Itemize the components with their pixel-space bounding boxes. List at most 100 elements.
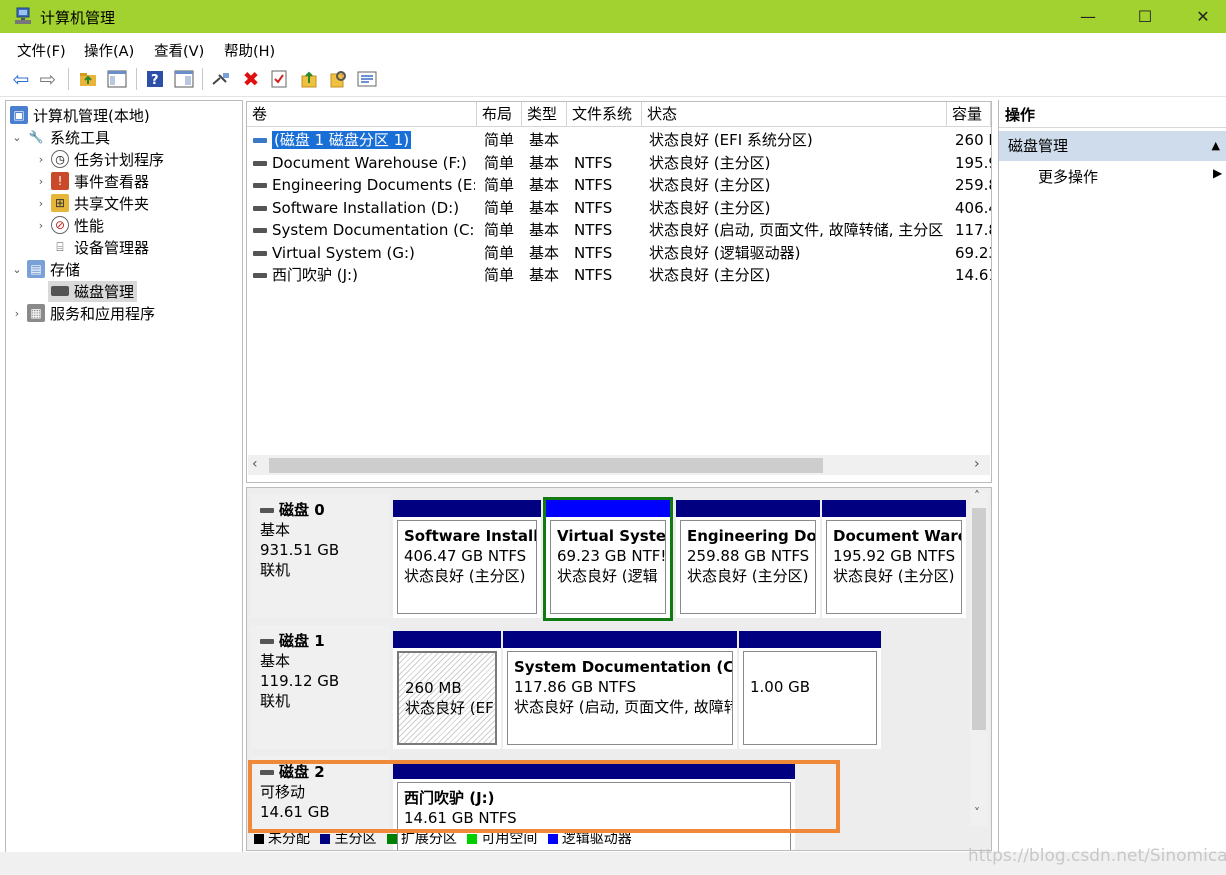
volume-status-cell: 状态良好 (逻辑驱动器): [649, 243, 801, 262]
chevron-right-icon[interactable]: ›: [10, 307, 24, 320]
back-icon[interactable]: ⇦: [10, 67, 32, 91]
horizontal-scrollbar-thumb[interactable]: [269, 458, 823, 473]
scroll-down-icon[interactable]: ˅: [974, 806, 980, 820]
maximize-button[interactable]: ☐: [1117, 0, 1173, 33]
drive-icon: [253, 160, 267, 166]
tree-item-shared-folders[interactable]: › ⊞ 共享文件夹: [10, 192, 164, 214]
forward-icon[interactable]: ⇨: [37, 67, 59, 91]
column-header-filesystem[interactable]: 文件系统: [567, 102, 642, 127]
tree-item-task-scheduler[interactable]: › ◷ 任务计划程序: [10, 148, 164, 170]
storage-icon: ▤: [27, 260, 45, 278]
table-row[interactable]: (磁盘 1 磁盘分区 1) 简单基本 状态良好 (EFI 系统分区) 260 M: [247, 129, 991, 151]
actions-pane: [998, 100, 1226, 852]
search-icon[interactable]: [327, 68, 349, 90]
chevron-down-icon[interactable]: ⌄: [10, 263, 24, 276]
drive-icon: [253, 183, 267, 188]
menu-help[interactable]: 帮助(H): [224, 40, 275, 61]
tree-item-performance[interactable]: › ⊘ 性能: [10, 214, 164, 236]
maximize-icon: ☐: [1137, 7, 1153, 26]
drive-icon: [253, 138, 267, 143]
tree-item-event-viewer[interactable]: › ! 事件查看器: [10, 170, 164, 192]
disk-0-info[interactable]: 磁盘 0 基本 931.51 GB 联机: [250, 494, 390, 618]
chevron-right-icon[interactable]: ›: [34, 197, 48, 210]
close-button[interactable]: ✕: [1175, 0, 1226, 33]
more-actions-item[interactable]: 更多操作: [1038, 166, 1098, 187]
volume-name-cell: Document Warehouse (F:): [253, 152, 475, 174]
table-row[interactable]: Engineering Documents (E:) 简单 基本 NTFS 状态良好 (…: [247, 174, 991, 196]
disk-icon: [260, 507, 274, 513]
volume-type-cell: 基本: [529, 266, 560, 284]
drive-icon: [253, 228, 267, 233]
partition-efi-system[interactable]: 260 MB 状态良好 (EFI: [393, 631, 501, 749]
chevron-right-icon[interactable]: ›: [34, 175, 48, 188]
table-row[interactable]: Document Warehouse (F:) 简单 基本 NTFS 状态良好 (主分区…: [247, 152, 991, 174]
partition-body: 260 MB 状态良好 (EFI: [397, 651, 497, 745]
partition-body: Engineering Doc 259.88 GB NTFS 状态良好 (主分区…: [680, 520, 816, 614]
partition-recovery[interactable]: 1.00 GB: [739, 631, 881, 749]
console-icon[interactable]: [173, 68, 195, 90]
column-header-capacity[interactable]: 容量: [947, 102, 991, 127]
volume-fs-cell: NTFS: [574, 176, 613, 194]
tree-item-services-apps[interactable]: › ▦ 服务和应用程序: [10, 302, 164, 324]
tree-item-system-tools[interactable]: ⌄ 🔧 系统工具: [10, 126, 164, 148]
volume-capacity-cell: 260 M: [955, 131, 991, 149]
partition-body: Software Installat 406.47 GB NTFS 状态良好 (…: [397, 520, 537, 614]
partition-document-warehouse[interactable]: Document Warel 195.92 GB NTFS 状态良好 (主分区): [822, 500, 966, 618]
watermark-text: https://blog.csdn.net/Sinomica_xyx: [968, 846, 1226, 866]
volume-name: Document Warehouse (F:): [272, 153, 467, 172]
volume-type-cell: 基本: [529, 131, 560, 149]
table-row[interactable]: Virtual System (G:) 简单 基本 NTFS 状态良好 (逻辑驱动器) 6…: [247, 242, 991, 264]
partition-virtual-system[interactable]: Virtual Syster 69.23 GB NTF! 状态良好 (逻辑: [543, 497, 673, 621]
tree-item-storage[interactable]: ⌄ ▤ 存储: [10, 258, 164, 280]
chevron-down-icon[interactable]: ⌄: [10, 131, 24, 144]
table-row[interactable]: System Documentation (C:) 简单 基本 NTFS 状态良好 (启…: [247, 219, 991, 241]
connect-icon[interactable]: [210, 68, 232, 90]
volume-type-cell: 基本: [529, 153, 560, 172]
menu-file[interactable]: 文件(F): [17, 40, 66, 61]
export-icon[interactable]: [298, 68, 320, 90]
column-header-volume[interactable]: 卷: [247, 102, 477, 127]
tree-item-root[interactable]: ▣ 计算机管理(本地): [10, 104, 164, 126]
column-header-layout[interactable]: 布局: [477, 102, 522, 127]
partition-engineering-documents[interactable]: Engineering Doc 259.88 GB NTFS 状态良好 (主分区…: [676, 500, 820, 618]
scroll-left-icon[interactable]: ‹: [252, 456, 258, 472]
up-folder-icon[interactable]: [77, 68, 99, 90]
volume-capacity-cell: 14.61: [955, 266, 991, 284]
partition-body: Document Warel 195.92 GB NTFS 状态良好 (主分区): [826, 520, 962, 614]
tree-item-disk-management[interactable]: 磁盘管理: [10, 280, 164, 302]
actions-title: 操作: [999, 102, 1226, 128]
disk-1-info[interactable]: 磁盘 1 基本 119.12 GB 联机: [250, 625, 390, 749]
table-row[interactable]: Software Installation (D:) 简单 基本 NTFS 状态良好 (…: [247, 197, 991, 219]
chevron-right-icon[interactable]: ›: [34, 153, 48, 166]
menu-view[interactable]: 查看(V): [154, 40, 204, 61]
selected-highlight: 磁盘管理: [48, 280, 138, 302]
scroll-up-icon[interactable]: ˄: [974, 489, 980, 503]
minimize-button[interactable]: —: [1060, 0, 1116, 33]
volume-capacity-cell: 117.8: [955, 221, 991, 239]
menu-action[interactable]: 操作(A): [84, 40, 134, 61]
column-header-type[interactable]: 类型: [522, 102, 567, 127]
tree-item-device-manager[interactable]: ⌸ 设备管理器: [10, 236, 164, 258]
settings-icon[interactable]: [356, 68, 378, 90]
scroll-right-icon[interactable]: ›: [974, 456, 980, 472]
column-header-status[interactable]: 状态: [642, 102, 947, 127]
disk-icon: [51, 286, 69, 296]
actions-section-disk-management[interactable]: 磁盘管理 ▲: [999, 131, 1226, 161]
delete-icon[interactable]: ✖: [240, 67, 262, 91]
volume-list: 卷 布局 类型 文件系统 状态 容量 (磁盘 1 磁盘分区 1) 简单 基本 状态良好…: [246, 101, 992, 483]
vertical-scrollbar-thumb[interactable]: [972, 508, 986, 730]
help-icon[interactable]: ?: [144, 68, 166, 90]
volume-fs-cell: NTFS: [574, 153, 613, 172]
volume-name: Engineering Documents (E:): [272, 176, 475, 194]
properties-icon[interactable]: [268, 68, 290, 90]
volume-status-cell: 状态良好 (主分区): [649, 266, 771, 284]
legend-swatch-extended: [386, 834, 397, 844]
show-tree-icon[interactable]: [106, 68, 128, 90]
volume-status-cell: 状态良好 (主分区): [649, 198, 771, 217]
collapse-up-icon[interactable]: ▲: [1212, 131, 1220, 161]
volume-capacity-cell: 195.9: [955, 153, 991, 172]
table-row[interactable]: 西门吹驴 (J:) 简单基本 NTFS 状态良好 (主分区) 14.61: [247, 264, 991, 286]
partition-system-documentation[interactable]: System Documentation (C:) 117.86 GB NTFS…: [503, 631, 737, 749]
partition-software-installation[interactable]: Software Installat 406.47 GB NTFS 状态良好 (…: [393, 500, 541, 618]
chevron-right-icon[interactable]: ›: [34, 219, 48, 232]
